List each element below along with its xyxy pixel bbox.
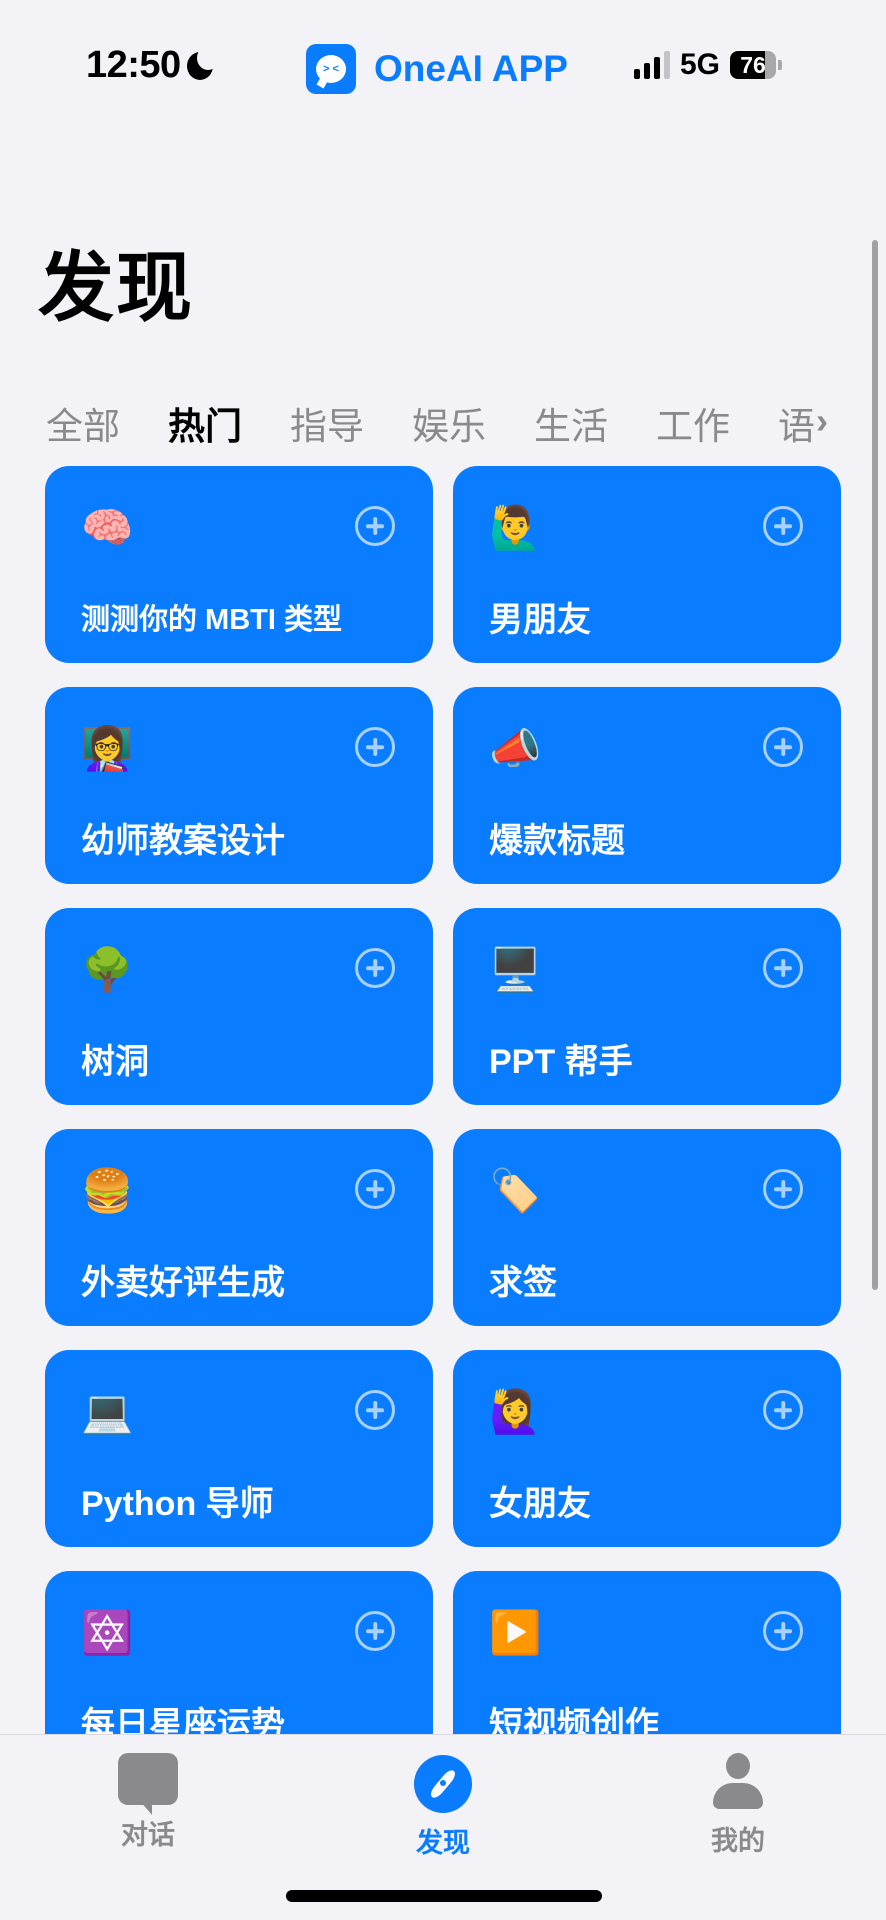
card-title: 测测你的 MBTI 类型 (81, 604, 342, 636)
assistant-card-review[interactable]: 🍔 外卖好评生成 (45, 1129, 433, 1326)
signal-bar (634, 69, 640, 79)
assistant-grid: 🧠 测测你的 MBTI 类型 🙋‍♂️ 男朋友 👩‍🏫 幼师教案设计 📣 爆款标… (45, 466, 841, 1768)
app-logo-icon: > < (306, 44, 356, 94)
tab-language[interactable]: 语 (778, 396, 815, 450)
add-circle-icon[interactable] (763, 1611, 803, 1651)
add-circle-icon[interactable] (355, 948, 395, 988)
signal-bar (644, 63, 650, 79)
add-circle-icon[interactable] (763, 506, 803, 546)
assistant-card-ppt[interactable]: 🖥️ PPT 帮手 (453, 908, 841, 1105)
page-title: 发现 (38, 246, 194, 331)
assistant-card-fortune-stick[interactable]: 🏷️ 求签 (453, 1129, 841, 1326)
brain-icon: 🧠 (81, 504, 134, 551)
assistant-card-lesson-plan[interactable]: 👩‍🏫 幼师教案设计 (45, 687, 433, 884)
signal-icon (634, 51, 670, 79)
tab-label: 发现 (416, 1828, 470, 1858)
add-circle-icon[interactable] (763, 727, 803, 767)
card-title: 爆款标题 (489, 822, 625, 860)
battery-tip (778, 60, 783, 70)
card-title: PPT 帮手 (489, 1043, 633, 1081)
app-name: OneAI APP (374, 48, 568, 89)
add-circle-icon[interactable] (355, 1169, 395, 1209)
assistant-card-girlfriend[interactable]: 🙋‍♀️ 女朋友 (453, 1350, 841, 1547)
man-raising-hand-icon: 🙋‍♂️ (489, 504, 542, 551)
card-title: 树洞 (81, 1043, 149, 1081)
star-of-david-icon: 🔯 (81, 1609, 134, 1656)
card-title: 外卖好评生成 (81, 1264, 285, 1302)
tab-guide[interactable]: 指导 (290, 396, 364, 450)
tab-all[interactable]: 全部 (46, 396, 120, 450)
woman-raising-hand-icon: 🙋‍♀️ (489, 1388, 542, 1435)
tab-hot[interactable]: 热门 (168, 396, 242, 450)
add-circle-icon[interactable] (355, 1611, 395, 1651)
time-text: 12:50 (86, 44, 181, 86)
megaphone-icon: 📣 (489, 725, 542, 772)
signal-bar (654, 57, 660, 79)
assistant-card-python[interactable]: 💻 Python 导师 (45, 1350, 433, 1547)
tab-life[interactable]: 生活 (534, 396, 608, 450)
status-indicators: 5G 76 (634, 48, 783, 82)
add-circle-icon[interactable] (763, 1169, 803, 1209)
add-circle-icon[interactable] (763, 1390, 803, 1430)
card-title: 求签 (489, 1264, 557, 1302)
logo-face: > < (316, 55, 346, 83)
tree-icon: 🌳 (81, 946, 134, 993)
desktop-computer-icon: 🖥️ (489, 946, 542, 993)
tab-bar-chat[interactable]: 对话 (88, 1753, 208, 1852)
battery-icon: 76 (730, 51, 783, 79)
add-circle-icon[interactable] (763, 948, 803, 988)
tab-label: 对话 (121, 1820, 175, 1850)
card-title: Python 导师 (81, 1485, 274, 1523)
tag-icon: 🏷️ (489, 1167, 542, 1214)
home-indicator[interactable] (286, 1890, 602, 1902)
moon-icon (186, 45, 219, 80)
category-tabs: 全部 热门 指导 娱乐 生活 工作 语 (46, 396, 846, 450)
person-icon (713, 1753, 763, 1811)
add-circle-icon[interactable] (355, 727, 395, 767)
tab-label: 我的 (711, 1826, 765, 1856)
status-bar: 12:50 > < OneAI APP 5G 76 (0, 0, 886, 140)
assistant-card-headline[interactable]: 📣 爆款标题 (453, 687, 841, 884)
play-button-icon: ▶️ (489, 1609, 542, 1656)
laptop-icon: 💻 (81, 1388, 134, 1435)
card-title: 幼师教案设计 (81, 822, 285, 860)
scrollbar[interactable] (872, 240, 878, 1290)
tab-entertainment[interactable]: 娱乐 (412, 396, 486, 450)
burger-icon: 🍔 (81, 1167, 134, 1214)
app-brand: > < OneAI APP (306, 44, 568, 94)
tab-work[interactable]: 工作 (656, 396, 730, 450)
tab-bar-profile[interactable]: 我的 (678, 1753, 798, 1858)
assistant-card-tree-hole[interactable]: 🌳 树洞 (45, 908, 433, 1105)
card-title: 男朋友 (489, 601, 591, 639)
card-title: 女朋友 (489, 1485, 591, 1523)
assistant-card-mbti[interactable]: 🧠 测测你的 MBTI 类型 (45, 466, 433, 663)
chat-bubble-icon (118, 1753, 178, 1805)
status-time: 12:50 (86, 44, 219, 87)
teacher-icon: 👩‍🏫 (81, 725, 134, 772)
network-type: 5G (680, 48, 721, 81)
compass-icon (414, 1755, 472, 1813)
assistant-card-boyfriend[interactable]: 🙋‍♂️ 男朋友 (453, 466, 841, 663)
chevron-right-icon[interactable]: › (816, 400, 828, 442)
add-circle-icon[interactable] (355, 1390, 395, 1430)
tab-bar-discover[interactable]: 发现 (383, 1753, 503, 1860)
battery-level: 76 (730, 51, 777, 79)
signal-bar (664, 51, 670, 79)
add-circle-icon[interactable] (355, 506, 395, 546)
